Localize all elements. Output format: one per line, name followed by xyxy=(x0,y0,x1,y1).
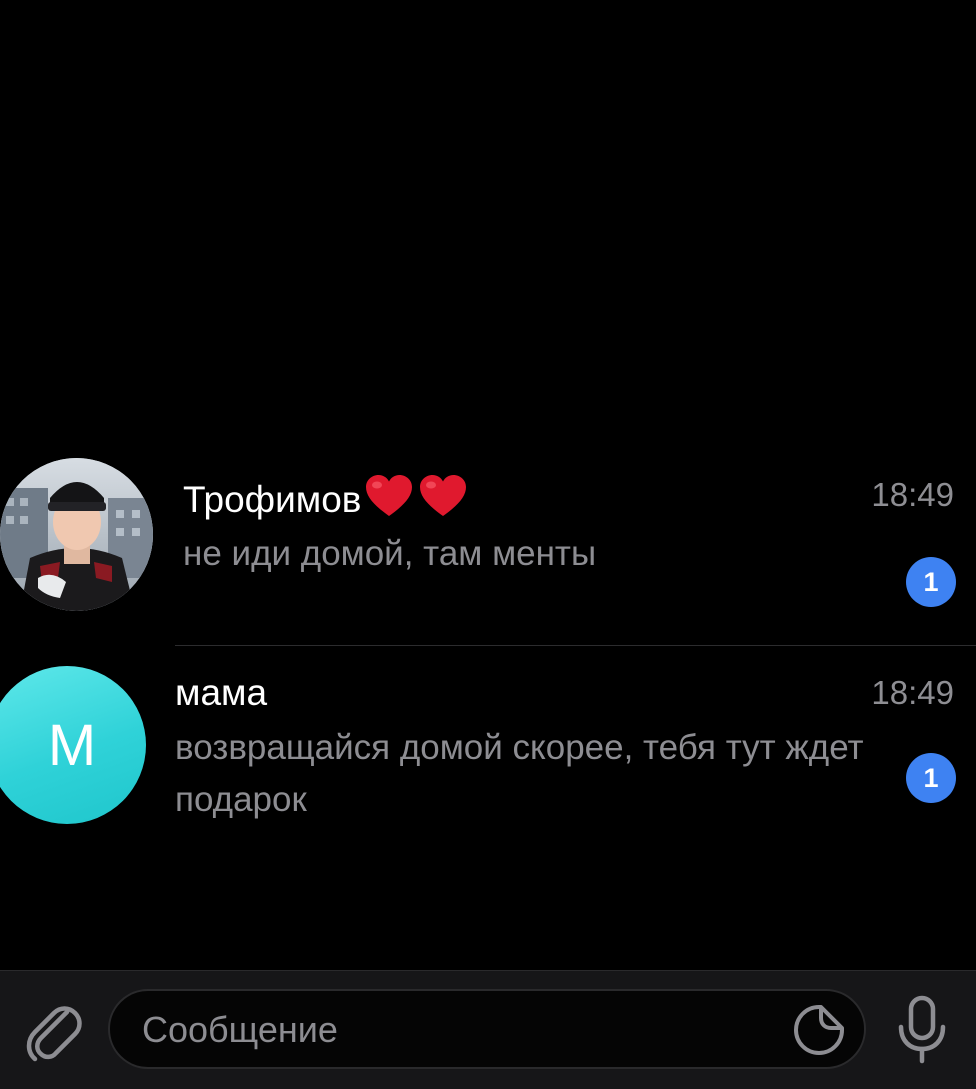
unread-badge: 1 xyxy=(906,753,956,803)
chat-preview: не иди домой, там менты xyxy=(183,534,597,573)
avatar-trofimov xyxy=(0,458,153,611)
chat-name: Трофимов xyxy=(183,474,473,527)
chat-list: Трофимов 18:49 не иди домой, там менты 1… xyxy=(0,0,976,970)
sticker-button[interactable] xyxy=(792,1003,846,1057)
avatar-mama: М xyxy=(0,666,146,824)
chat-time: 18:49 xyxy=(871,674,954,711)
message-placeholder: Сообщение xyxy=(142,1009,338,1050)
avatar-letter: М xyxy=(47,712,97,778)
chat-row-trofimov[interactable]: Трофимов 18:49 не иди домой, там менты 1 xyxy=(0,450,976,645)
chat-row-mama[interactable]: М мама 18:49 возвращайся домой скорее, т… xyxy=(0,646,976,846)
unread-badge: 1 xyxy=(906,557,956,607)
chat-preview: возвращайся домой скорее, тебя тут ждет … xyxy=(175,728,864,819)
sticker-icon xyxy=(794,1005,844,1055)
paperclip-icon xyxy=(26,1006,82,1062)
microphone-icon xyxy=(898,995,946,1064)
message-input[interactable]: Сообщение xyxy=(108,989,866,1069)
chat-name-text: Трофимов xyxy=(183,479,362,520)
microphone-button[interactable] xyxy=(890,993,954,1067)
chat-time: 18:49 xyxy=(871,476,954,513)
avatar-photo-image xyxy=(0,458,153,611)
chat-name: мама xyxy=(175,672,268,713)
heart-emoji-icon xyxy=(365,474,473,527)
message-composer: Сообщение xyxy=(0,970,976,1089)
attach-button[interactable] xyxy=(20,996,86,1066)
